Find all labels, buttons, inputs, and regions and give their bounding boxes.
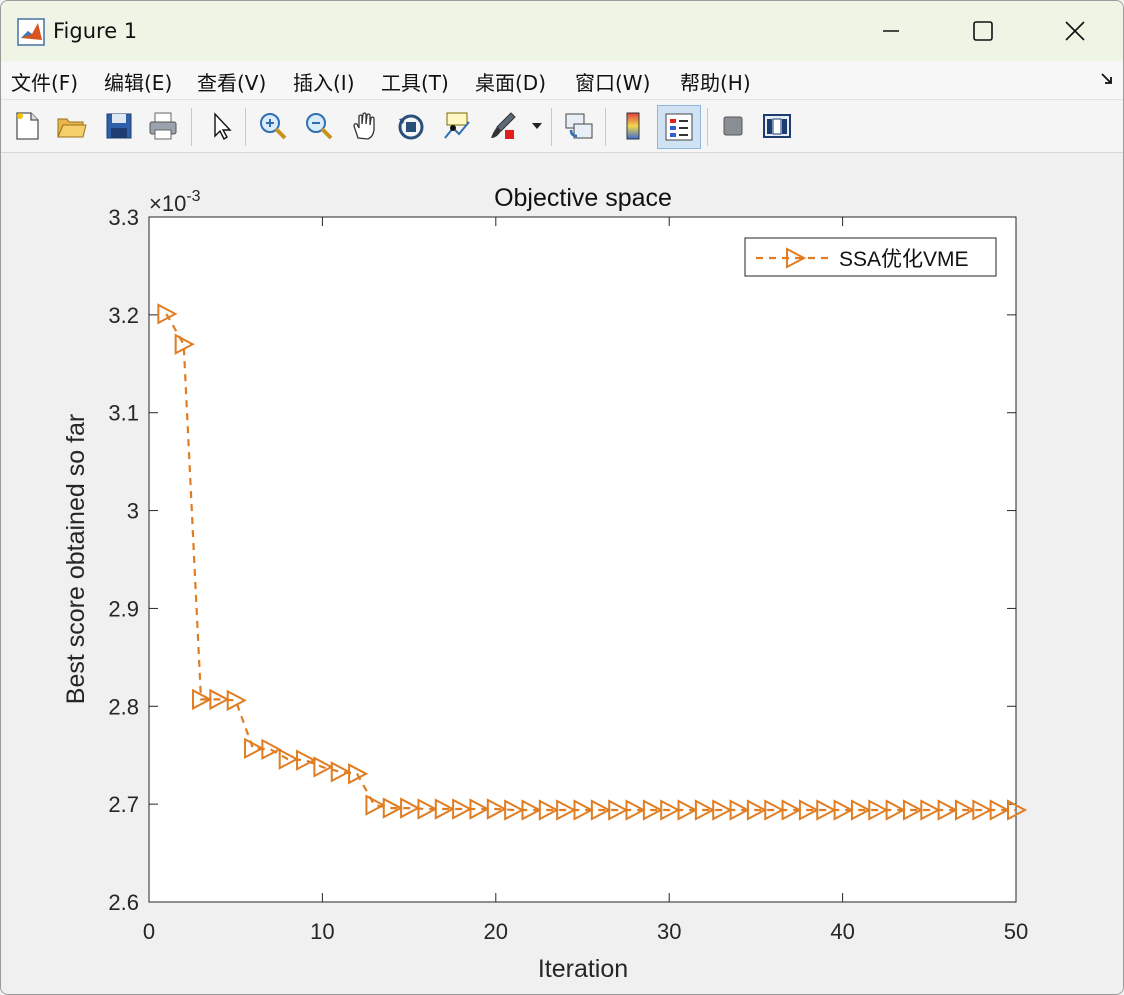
matlab-icon	[17, 18, 45, 46]
menu-view[interactable]: 查看(V)	[197, 67, 266, 96]
select-arrow-icon[interactable]	[201, 106, 241, 146]
toolbar-separator	[245, 108, 246, 146]
menu-insert[interactable]: 插入(I)	[293, 67, 355, 96]
y-tick-label: 2.9	[108, 596, 139, 621]
chart-title: Objective space	[494, 184, 672, 212]
brush-dropdown-icon[interactable]	[527, 106, 547, 146]
legend-icon[interactable]	[657, 105, 701, 149]
x-tick-label: 30	[657, 919, 681, 944]
y-tick-label: 3	[127, 499, 139, 524]
legend-label: SSA优化VME	[839, 248, 969, 271]
rotate-3d-icon[interactable]	[391, 106, 431, 146]
minimize-icon	[883, 30, 899, 32]
y-tick-label: 2.6	[108, 890, 139, 915]
pan-hand-icon[interactable]	[345, 106, 385, 146]
new-figure-icon[interactable]	[7, 106, 47, 146]
x-tick-label: 0	[143, 919, 155, 944]
hide-plot-tools-icon[interactable]	[713, 106, 753, 146]
menu-help[interactable]: 帮助(H)	[680, 67, 751, 96]
x-axis-label: Iteration	[538, 955, 628, 983]
save-icon[interactable]	[99, 106, 139, 146]
title-bar[interactable]: Figure 1	[1, 1, 1123, 61]
dock-arrow-icon[interactable]	[1099, 71, 1115, 87]
y-tick-label: 3.2	[108, 303, 139, 328]
figure-window: Figure 1 文件(F) 编辑(E) 查看(V) 插入(I) 工具(T) 桌…	[0, 0, 1124, 995]
link-plot-icon[interactable]	[559, 106, 599, 146]
zoom-in-icon[interactable]	[253, 106, 293, 146]
y-axis-label: Best score obtained so far	[62, 414, 90, 704]
plot-svg: 2.6 2.7 2.8 2.9 3 3.1 3.2 3.3 0 10 20 30 40 50 Objec…	[62, 184, 1028, 983]
brush-icon[interactable]	[483, 106, 523, 146]
axes-box[interactable]	[148, 216, 1017, 903]
data-cursor-icon[interactable]	[437, 106, 477, 146]
toolbar-separator	[551, 108, 552, 146]
toolbar-separator	[191, 108, 192, 146]
x-tick-label: 50	[1004, 919, 1028, 944]
close-icon	[1065, 21, 1085, 41]
maximize-icon	[973, 21, 993, 41]
window-title: Figure 1	[53, 19, 138, 43]
legend[interactable]: SSA优化VME	[744, 237, 997, 277]
zoom-out-icon[interactable]	[299, 106, 339, 146]
x-tick-label: 20	[484, 919, 508, 944]
y-tick-label: 3.1	[108, 401, 139, 426]
y-tick-label: 3.3	[108, 205, 139, 230]
open-file-icon[interactable]	[51, 106, 91, 146]
x-tick-label: 10	[310, 919, 334, 944]
close-button[interactable]	[1029, 1, 1121, 61]
print-icon[interactable]	[143, 106, 183, 146]
minimize-button[interactable]	[845, 1, 937, 61]
menu-file[interactable]: 文件(F)	[11, 67, 78, 96]
colorbar-icon[interactable]	[613, 106, 653, 146]
toolbar	[1, 100, 1123, 153]
menu-bar: 文件(F) 编辑(E) 查看(V) 插入(I) 工具(T) 桌面(D) 窗口(W…	[1, 61, 1123, 100]
toolbar-separator	[707, 108, 708, 146]
maximize-button[interactable]	[937, 1, 1029, 61]
menu-window[interactable]: 窗口(W)	[575, 67, 650, 96]
menu-tools[interactable]: 工具(T)	[381, 67, 449, 96]
show-plot-tools-icon[interactable]	[757, 106, 797, 146]
y-tick-label: 2.8	[108, 694, 139, 719]
figure-canvas[interactable]: 2.6 2.7 2.8 2.9 3 3.1 3.2 3.3 0 10 20 30 40 50 Objec…	[1, 153, 1123, 994]
menu-desktop[interactable]: 桌面(D)	[475, 67, 546, 96]
y-exponent-label: ×10-3	[149, 188, 201, 216]
y-tick-label: 2.7	[108, 792, 139, 817]
toolbar-separator	[605, 108, 606, 146]
x-tick-label: 40	[830, 919, 854, 944]
menu-edit[interactable]: 编辑(E)	[104, 67, 172, 96]
